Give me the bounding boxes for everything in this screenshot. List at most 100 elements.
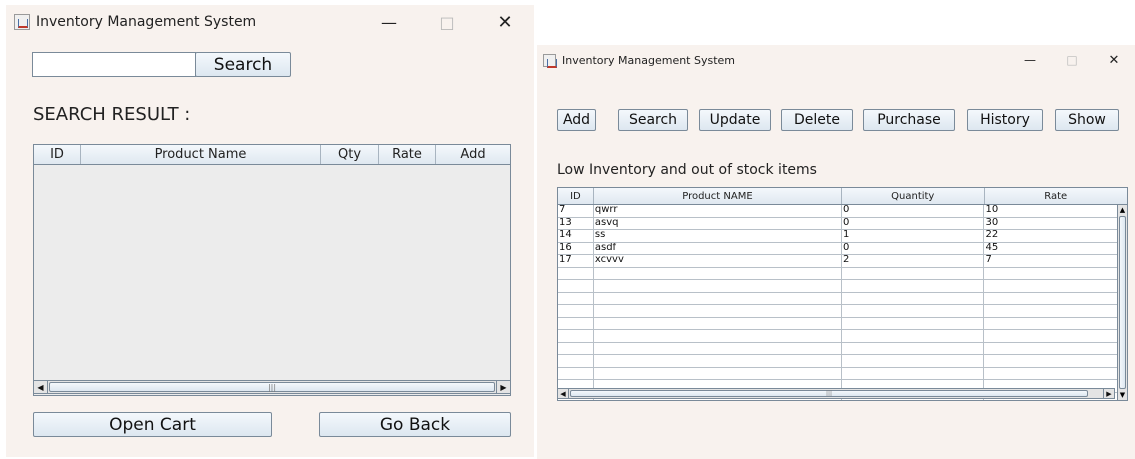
arrow-left-icon[interactable]: ◀ (558, 389, 569, 398)
table-cell[interactable] (558, 330, 594, 342)
table-cell[interactable]: 30 (984, 218, 1117, 230)
table-cell[interactable]: 22 (984, 230, 1117, 242)
empty-table-row[interactable] (558, 355, 1117, 368)
low-inventory-table[interactable]: ID Product NAME Quantity Rate 7 qwrr 0 10 13… (557, 187, 1128, 401)
table-cell[interactable]: 16 (558, 242, 594, 254)
table-cell[interactable] (558, 280, 594, 292)
table-cell[interactable] (558, 342, 594, 354)
table-cell[interactable]: 7 (984, 255, 1117, 267)
column-header[interactable]: ID (558, 188, 594, 204)
table-cell[interactable] (594, 367, 842, 379)
table-cell[interactable] (842, 367, 985, 379)
table-cell[interactable] (558, 355, 594, 367)
table-cell[interactable]: 45 (984, 243, 1117, 255)
table-cell[interactable] (842, 305, 985, 317)
table-row[interactable]: 16 asdf 0 45 (558, 242, 1117, 255)
open-cart-button[interactable]: Open Cart (33, 412, 272, 437)
horizontal-scrollbar[interactable]: ◀ ||| ▶ (557, 388, 1115, 399)
column-header[interactable]: Rate (985, 188, 1128, 204)
table-cell[interactable] (594, 317, 842, 329)
table-cell[interactable] (594, 342, 842, 354)
arrow-left-icon[interactable]: ◀ (34, 381, 48, 393)
maximize-button[interactable]: □ (418, 5, 476, 39)
table-cell[interactable] (558, 305, 594, 317)
table-cell[interactable] (594, 305, 842, 317)
table-cell[interactable]: xcvvv (594, 255, 842, 267)
column-header[interactable]: Product NAME (594, 188, 842, 204)
table-cell[interactable]: 0 (842, 205, 985, 217)
table-cell[interactable] (984, 330, 1117, 342)
purchase-button[interactable]: Purchase (863, 109, 955, 131)
table-cell[interactable]: 0 (842, 217, 985, 229)
empty-table-row[interactable] (558, 280, 1117, 293)
scroll-thumb[interactable] (1119, 216, 1126, 389)
history-button[interactable]: History (967, 109, 1043, 131)
table-row[interactable]: 17 xcvvv 2 7 (558, 255, 1117, 268)
empty-table-row[interactable] (558, 317, 1117, 330)
horizontal-scrollbar[interactable]: ◀ ||| ▶ (33, 380, 511, 394)
table-cell[interactable] (842, 317, 985, 329)
column-header[interactable]: Add (436, 145, 510, 164)
close-button[interactable]: ✕ (476, 5, 534, 39)
column-header[interactable]: Rate (379, 145, 436, 164)
table-cell[interactable] (594, 355, 842, 367)
table-cell[interactable]: 7 (558, 205, 594, 217)
search-input[interactable] (32, 52, 196, 77)
maximize-button[interactable]: □ (1051, 45, 1093, 75)
vertical-scrollbar[interactable]: ▲ ▼ (1117, 205, 1127, 400)
table-cell[interactable] (842, 355, 985, 367)
table-row[interactable]: 13 asvq 0 30 (558, 217, 1117, 230)
table-cell[interactable]: asdf (594, 242, 842, 254)
search-button[interactable]: Search (195, 52, 291, 77)
minimize-button[interactable]: — (360, 5, 418, 39)
arrow-right-icon[interactable]: ▶ (496, 381, 510, 393)
update-button[interactable]: Update (699, 109, 771, 131)
table-cell[interactable] (842, 267, 985, 279)
table-cell[interactable] (594, 330, 842, 342)
table-cell[interactable]: asvq (594, 217, 842, 229)
table-row[interactable]: 7 qwrr 0 10 (558, 205, 1117, 218)
table-cell[interactable] (984, 355, 1117, 367)
table-cell[interactable] (984, 318, 1117, 330)
table-cell[interactable]: 1 (842, 230, 985, 242)
table-cell[interactable] (984, 268, 1117, 280)
table-cell[interactable] (558, 367, 594, 379)
table-cell[interactable] (558, 317, 594, 329)
table-cell[interactable] (984, 343, 1117, 355)
table-cell[interactable] (594, 292, 842, 304)
delete-button[interactable]: Delete (781, 109, 853, 131)
column-header[interactable]: Qty (321, 145, 379, 164)
column-header[interactable]: Product Name (81, 145, 321, 164)
table-cell[interactable] (842, 280, 985, 292)
arrow-right-icon[interactable]: ▶ (1103, 389, 1114, 398)
table-cell[interactable]: 10 (984, 205, 1117, 217)
column-header[interactable]: Quantity (842, 188, 985, 204)
empty-table-row[interactable] (558, 342, 1117, 355)
empty-table-row[interactable] (558, 305, 1117, 318)
table-cell[interactable] (558, 267, 594, 279)
empty-table-row[interactable] (558, 292, 1117, 305)
table-cell[interactable] (558, 292, 594, 304)
table-cell[interactable]: 2 (842, 255, 985, 267)
table-cell[interactable] (984, 293, 1117, 305)
table-cell[interactable] (984, 305, 1117, 317)
table-cell[interactable]: 14 (558, 230, 594, 242)
add-button[interactable]: Add (557, 109, 596, 131)
search-button[interactable]: Search (618, 109, 688, 131)
close-button[interactable]: ✕ (1093, 45, 1135, 75)
scroll-thumb[interactable]: ||| (570, 390, 1088, 397)
table-cell[interactable] (594, 280, 842, 292)
table-cell[interactable] (984, 368, 1117, 380)
search-result-table[interactable]: ID Product Name Qty Rate Add (33, 144, 511, 396)
table-cell[interactable] (594, 267, 842, 279)
empty-table-row[interactable] (558, 367, 1117, 380)
empty-table-row[interactable] (558, 267, 1117, 280)
table-cell[interactable] (984, 280, 1117, 292)
table-row[interactable]: 14 ss 1 22 (558, 230, 1117, 243)
table-cell[interactable]: 0 (842, 242, 985, 254)
table-cell[interactable] (842, 342, 985, 354)
table-cell[interactable] (842, 330, 985, 342)
table-cell[interactable]: ss (594, 230, 842, 242)
table-cell[interactable] (842, 292, 985, 304)
arrow-up-icon[interactable]: ▲ (1118, 205, 1127, 215)
